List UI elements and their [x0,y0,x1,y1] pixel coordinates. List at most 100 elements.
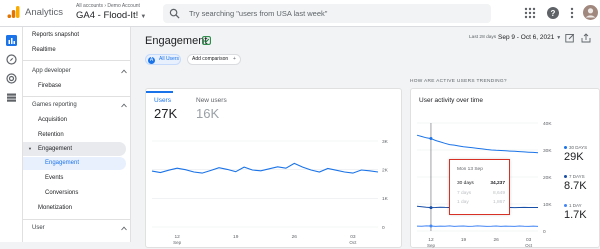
sidebar-item-firebase[interactable]: Firebase [38,83,131,89]
x-tick-sublabel: Oct [349,240,357,245]
explore-icon[interactable] [6,54,17,65]
tooltip-value: 1,867 [493,200,505,205]
x-tick-label: 26 [493,237,499,243]
x-tick-sublabel: Sep [173,240,182,245]
legend-label: 30 DAYS [569,145,587,150]
divider [23,60,131,61]
legend-item-7-days: 7 DAYS 8.7K [564,174,600,192]
sidebar-item-acquisition[interactable]: Acquisition [38,117,131,123]
divider [23,96,131,97]
sidebar-item-engagement-label: Engagement [38,146,118,152]
analytics-logo-icon[interactable] [7,5,21,19]
y-tick-label: 3K [382,139,389,145]
legend-item-30-days: 30 DAYS 29K [564,145,600,163]
tooltip-value: 8,649 [493,191,505,196]
share-icon[interactable] [581,33,591,43]
tooltip-label: 30 days [457,181,474,186]
sidebar-item-conversions[interactable]: Conversions [45,190,131,196]
chevron-up-icon[interactable] [121,103,127,108]
tooltip-date: Mon 13 Sep [457,167,483,172]
search-bar[interactable]: Try searching "users from USA last week" [163,4,491,23]
property-selector[interactable]: GA4 - Flood-It!▼ [76,10,146,21]
divider [23,219,131,220]
search-icon [169,8,180,19]
verified-check-icon[interactable] [202,36,211,45]
series-line-1-day [417,226,538,227]
sidebar-item-reports-snapshot[interactable]: Reports snapshot [32,32,131,38]
app-name: Analytics [25,7,63,18]
users-metric-value: 27K [154,106,177,121]
sidebar-section-games-reporting[interactable]: Games reporting [32,102,131,108]
tab-users[interactable]: Users [154,97,171,104]
sidebar-item-retention[interactable]: Retention [38,132,131,138]
section-heading: HOW ARE ACTIVE USERS TRENDING? [410,79,507,84]
segment-badge: A [148,57,155,64]
top-bar: Analytics All accounts › Demo Account GA… [0,0,600,27]
legend-value: 1.7K [564,209,600,221]
apps-grid-icon[interactable] [523,6,537,20]
date-range-label: Last 28 days [469,35,496,40]
sidebar-item-monetization[interactable]: Monetization [38,205,131,211]
property-name: GA4 - Flood-It! [76,10,138,21]
sidebar-item-engagement-active: Engagement [45,160,115,166]
expand-caret-icon: ▼ [28,146,32,151]
y-tick-label: 2K [382,167,389,173]
main-content: Engagement Last 28 days Sep 9 - Oct 6, 2… [131,27,600,242]
account-breadcrumb[interactable]: All accounts › Demo Account [76,3,140,9]
advertising-icon[interactable] [6,73,17,84]
y-tick-label: 1K [382,196,389,202]
x-tick-label: 26 [292,234,298,240]
sidebar-rail [0,27,23,242]
x-tick-label: 19 [233,234,239,240]
chart-tooltip: Mon 13 Sep 30 days 34,237 7 days 8,649 1 d… [449,159,510,215]
users-line-chart[interactable]: 3K2K1K012Sep192603Oct [146,127,403,249]
chevron-down-icon: ▼ [140,14,146,20]
x-tick-sublabel: Oct [525,243,533,248]
y-tick-label: 0 [543,229,546,235]
y-tick-label: 10K [543,202,552,208]
hover-point [429,224,432,227]
customize-report-icon[interactable] [565,33,575,43]
legend-value: 29K [564,151,600,163]
date-range-text: Sep 9 - Oct 6, 2021 [498,34,554,41]
new-users-metric-value: 16K [196,106,219,121]
y-tick-label: 0 [382,225,385,231]
comparison-chip-label: All Users [159,55,179,64]
tab-active-indicator [146,91,173,93]
chevron-down-icon: ▼ [556,35,561,41]
legend-item-1-day: 1 DAY 1.7K [564,203,600,221]
add-comparison-label: Add comparison [192,55,228,64]
comparison-chip-all-users[interactable]: A All Users [145,54,181,65]
sidebar-section-app-developer[interactable]: App developer [32,68,131,74]
legend-swatch [564,146,567,149]
chevron-up-icon[interactable] [121,69,127,74]
sidebar-item-events[interactable]: Events [45,175,131,181]
reports-icon[interactable] [6,35,17,46]
y-tick-label: 30K [543,148,552,154]
page-title: Engagement [145,35,207,47]
search-input[interactable]: Try searching "users from USA last week" [189,9,327,18]
legend-swatch [564,204,567,207]
date-range-picker[interactable]: Sep 9 - Oct 6, 2021 ▼ [498,34,561,41]
users-series-line [152,163,378,173]
more-vert-icon[interactable] [565,6,579,20]
plus-icon: + [233,55,236,64]
chevron-up-icon[interactable] [121,226,127,231]
legend-label: 7 DAYS [569,174,585,179]
users-trend-card: Users New users 27K 16K 3K2K1K012Sep1926… [145,88,402,248]
sidebar-section-user[interactable]: User [32,225,131,231]
configure-icon[interactable] [6,92,17,103]
tab-new-users[interactable]: New users [196,97,227,104]
help-icon[interactable]: ? [546,6,560,20]
hover-point [429,137,432,140]
avatar[interactable] [583,5,598,20]
svg-text:?: ? [551,9,556,18]
x-tick-label: 19 [461,237,467,243]
sidebar-item-realtime[interactable]: Realtime [32,47,131,53]
tooltip-label: 1 day [457,200,469,205]
tooltip-label: 7 days [457,191,471,196]
y-tick-label: 20K [543,175,552,181]
tooltip-value: 34,237 [490,181,505,186]
x-tick-sublabel: Sep [427,243,436,248]
add-comparison-button[interactable]: Add comparison + [187,54,241,65]
